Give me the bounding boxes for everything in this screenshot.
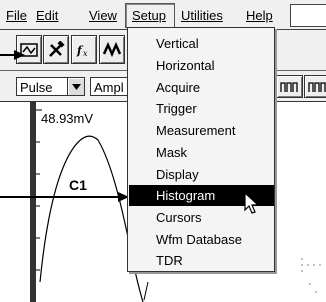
menu-utilities-label: Utilities — [181, 8, 223, 23]
menu-view[interactable]: View — [89, 8, 117, 23]
svg-text:x: x — [83, 49, 88, 58]
menu-item-label: Histogram — [156, 188, 216, 203]
menu-item-measurement[interactable]: Measurement — [129, 120, 274, 141]
menu-item-tdr[interactable]: TDR — [129, 250, 274, 271]
menu-item-horizontal[interactable]: Horizontal — [129, 55, 274, 76]
setup-dropdown-menu: Vertical Horizontal Acquire Trigger Meas… — [127, 27, 275, 272]
pulse-button-2[interactable] — [304, 75, 326, 98]
signal-type-value: Pulse — [20, 80, 53, 95]
menubar-field — [290, 4, 326, 27]
menu-item-label: Display — [156, 167, 199, 182]
menu-item-label: Acquire — [156, 80, 201, 95]
measurement-value: Ampl — [94, 80, 124, 95]
menu-item-vertical[interactable]: Vertical — [129, 33, 274, 54]
menu-item-display[interactable]: Display — [129, 164, 274, 185]
menu-item-label: Cursors — [156, 210, 202, 225]
menu-item-label: Vertical — [156, 36, 199, 51]
menu-item-label: Trigger — [156, 101, 197, 116]
menu-item-label: Horizontal — [156, 58, 215, 73]
menu-item-mask[interactable]: Mask — [129, 142, 274, 163]
menu-edit[interactable]: Edit — [36, 8, 58, 23]
menu-file[interactable]: File — [6, 8, 27, 23]
menu-bar: File Edit View Setup Utilities Help — [0, 0, 326, 30]
menu-file-label: File — [6, 8, 27, 23]
menu-edit-label: Edit — [36, 8, 59, 23]
menu-item-trigger[interactable]: Trigger — [129, 98, 274, 119]
tools-button[interactable] — [43, 35, 69, 64]
function-icon: fx — [76, 44, 88, 58]
waveform-button[interactable] — [99, 35, 125, 64]
signal-type-select[interactable]: Pulse — [16, 77, 85, 96]
pulse-button-1[interactable] — [276, 75, 303, 98]
callout-line-histogram — [0, 196, 125, 198]
menu-item-label: Mask — [156, 145, 188, 160]
menu-utilities[interactable]: Utilities — [181, 8, 223, 23]
waveform-icon — [103, 41, 121, 57]
dropdown-arrow-icon[interactable] — [67, 78, 84, 95]
channel-label: C1 — [69, 177, 87, 193]
menu-help[interactable]: Help — [246, 8, 273, 23]
mouse-pointer-icon — [244, 192, 260, 214]
function-button[interactable]: fx — [71, 35, 97, 64]
menu-view-label: View — [89, 8, 117, 23]
menu-setup-label: Setup — [132, 8, 166, 23]
menu-item-wfm-database[interactable]: Wfm Database — [129, 229, 274, 250]
pulse-shape-icon — [307, 81, 326, 92]
callout-arrow-icon — [14, 50, 25, 60]
menu-item-label: TDR — [156, 253, 183, 268]
menu-help-label: Help — [246, 8, 273, 23]
menu-item-label: Wfm Database — [156, 232, 242, 247]
graticule-ticks — [36, 109, 42, 271]
menu-item-label: Measurement — [156, 123, 236, 138]
menu-setup[interactable]: Setup — [132, 8, 166, 23]
menu-item-acquire[interactable]: Acquire — [129, 77, 274, 98]
tools-icon — [49, 40, 65, 57]
pulse-shape-icon — [279, 81, 298, 92]
voltage-readout: 48.93mV — [41, 111, 94, 126]
